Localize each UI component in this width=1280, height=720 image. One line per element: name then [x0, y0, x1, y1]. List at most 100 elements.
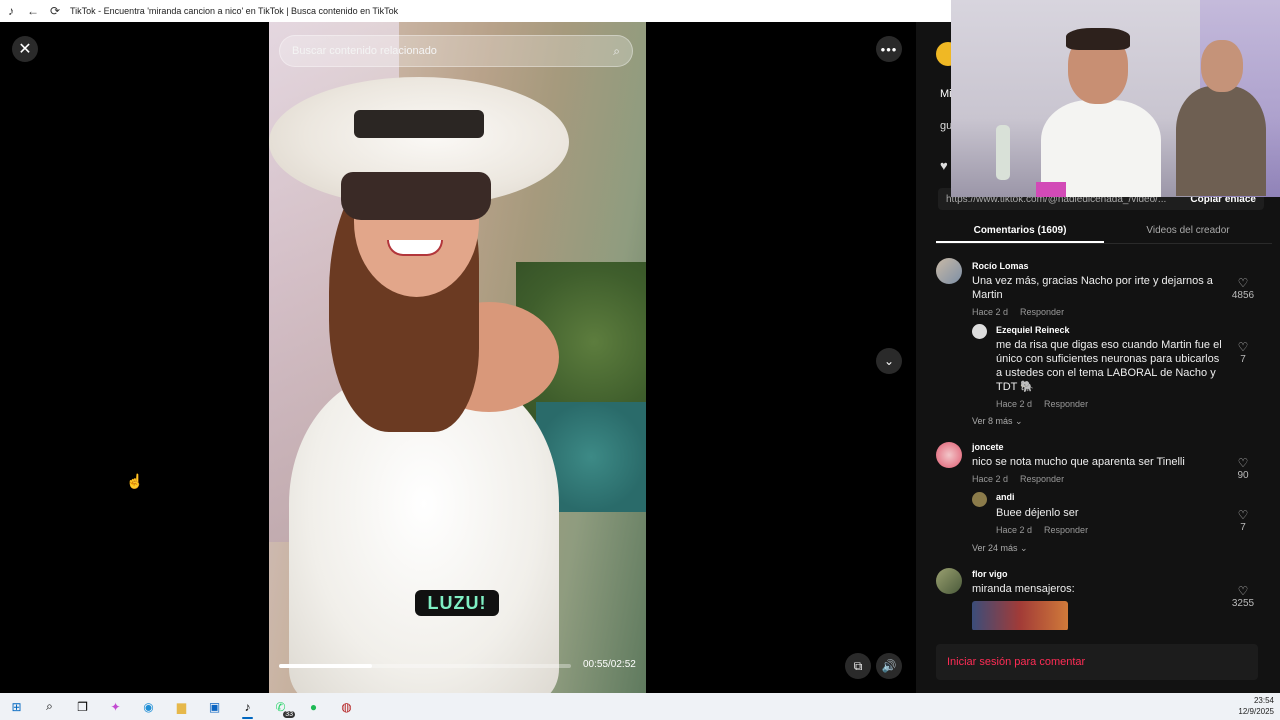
outlook-icon: ▣	[208, 699, 221, 714]
comment-meta: Hace 2 d Responder	[996, 525, 1088, 535]
related-search-input[interactable]	[292, 45, 614, 57]
heart-icon[interactable]: ♡	[1228, 584, 1258, 598]
system-clock[interactable]: 23:54 12/9/2025	[1238, 695, 1274, 717]
like-count: 7	[1240, 522, 1246, 533]
video-description-line1: Mi	[940, 88, 952, 100]
chevron-down-icon: ⌄	[1020, 543, 1028, 553]
reply-button[interactable]: Responder	[1020, 307, 1064, 317]
edge-icon: ◉	[143, 699, 154, 714]
edge-button[interactable]: ◉	[132, 693, 165, 720]
avatar[interactable]	[936, 568, 962, 594]
comment-meta: Hace 2 d Responder	[996, 399, 1088, 409]
comment-text: me da risa que digas eso cuando Martin f…	[996, 339, 1222, 393]
taskbar: ⊞ ⌕ ❐ ✦ ◉ ▆ ▣ ♪ ✆ 33 ● ◍ 23:54 12/9/2025	[0, 693, 1280, 720]
playback-time: 00:55/02:52	[583, 659, 636, 670]
floating-player-button[interactable]: ⧉	[845, 653, 871, 679]
view-more-replies[interactable]: Ver 8 más ⌄	[972, 416, 1023, 427]
comment-username[interactable]: Rocío Lomas	[972, 261, 1029, 271]
comment-username[interactable]: andi	[996, 492, 1015, 502]
more-options-button[interactable]: •••	[876, 36, 902, 62]
clock-time: 23:54	[1253, 696, 1274, 705]
reply-button[interactable]: Responder	[1020, 474, 1064, 484]
reply-button[interactable]: Responder	[1044, 525, 1088, 535]
heart-icon[interactable]: ♡	[1228, 508, 1258, 522]
panel-tabs: Comentarios (1609) Videos del creador	[936, 218, 1272, 244]
login-to-comment-button[interactable]: Iniciar sesión para comentar	[936, 644, 1258, 680]
search-icon[interactable]: ⌕	[613, 44, 620, 59]
tab-creator-videos[interactable]: Videos del creador	[1104, 218, 1272, 243]
video-player[interactable]: ⌕ LUZU! 00:55/02:52	[269, 22, 646, 693]
avatar[interactable]	[936, 442, 962, 468]
tab-comments[interactable]: Comentarios (1609)	[936, 218, 1104, 243]
like-video-icon[interactable]: ♥	[940, 158, 948, 173]
comment-meta: Hace 2 d Responder	[972, 307, 1064, 317]
webcam-overlay	[951, 0, 1280, 197]
start-button[interactable]: ⊞	[0, 693, 33, 720]
whatsapp-badge: 33	[283, 711, 295, 718]
comment-like[interactable]: ♡ 7	[1228, 340, 1258, 365]
copilot-icon: ✦	[110, 699, 121, 714]
comment-like[interactable]: ♡ 7	[1228, 508, 1258, 533]
reload-icon[interactable]: ⟳	[44, 0, 66, 22]
file-explorer-button[interactable]: ▆	[165, 693, 198, 720]
search-button[interactable]: ⌕	[33, 693, 66, 720]
video-subject-sunglasses	[341, 172, 491, 220]
webcam-person-right-head	[1201, 40, 1243, 92]
video-stage: ✕ ⌕ LUZU! 00:55/02:52 ••• ⌄ ⧉	[0, 22, 916, 693]
heart-icon[interactable]: ♡	[1228, 276, 1258, 290]
folder-icon: ▆	[176, 699, 187, 714]
related-search-box[interactable]: ⌕	[279, 35, 633, 67]
avatar[interactable]	[936, 258, 962, 284]
avatar[interactable]	[972, 324, 987, 339]
comment-text: miranda mensajeros:	[972, 583, 1075, 595]
webcam-person-left-hair	[1066, 28, 1130, 50]
comment-time: Hace 2 d	[996, 525, 1033, 535]
comment-username[interactable]: flor vigo	[972, 569, 1008, 579]
task-view-icon: ❐	[77, 699, 88, 714]
view-more-label[interactable]: Ver 8 más	[972, 416, 1013, 426]
avatar[interactable]	[972, 492, 987, 507]
close-button[interactable]: ✕	[12, 36, 38, 62]
chevron-down-icon: ⌄	[1015, 416, 1023, 426]
page-title: TikTok - Encuentra 'miranda cancion a ni…	[70, 6, 399, 16]
obs-icon: ◍	[341, 699, 352, 714]
comment-username[interactable]: Ezequiel Reineck	[996, 325, 1070, 335]
whatsapp-button[interactable]: ✆ 33	[264, 693, 297, 720]
clock-date: 12/9/2025	[1238, 707, 1274, 716]
reply-button[interactable]: Responder	[1044, 399, 1088, 409]
spotify-button[interactable]: ●	[297, 693, 330, 720]
outlook-button[interactable]: ▣	[198, 693, 231, 720]
view-more-label[interactable]: Ver 24 más	[972, 543, 1018, 553]
view-more-replies[interactable]: Ver 24 más ⌄	[972, 543, 1028, 554]
mouse-cursor-icon: ☝	[126, 473, 144, 489]
like-count: 7	[1240, 354, 1246, 365]
tiktok-button[interactable]: ♪	[231, 693, 264, 720]
back-arrow-icon[interactable]: ←	[22, 0, 44, 22]
comment-text: Una vez más, gracias Nacho por irte y de…	[972, 275, 1213, 301]
tiktok-icon: ♪	[244, 699, 251, 714]
close-icon: ✕	[18, 41, 32, 58]
next-video-button[interactable]: ⌄	[876, 348, 902, 374]
progress-bar[interactable]	[279, 664, 571, 668]
comment-image[interactable]	[972, 601, 1068, 630]
volume-button[interactable]: 🔊	[876, 653, 902, 679]
comment-time: Hace 2 d	[972, 307, 1009, 317]
comments-list: Rocío Lomas Una vez más, gracias Nacho p…	[936, 258, 1272, 630]
heart-icon[interactable]: ♡	[1228, 340, 1258, 354]
speaker-icon: 🔊	[881, 659, 897, 673]
comment-username[interactable]: joncete	[972, 442, 1004, 452]
like-count: 3255	[1231, 598, 1255, 609]
obs-button[interactable]: ◍	[330, 693, 363, 720]
heart-icon[interactable]: ♡	[1228, 456, 1258, 470]
webcam-bottle	[996, 125, 1010, 180]
comment-like[interactable]: ♡ 90	[1228, 456, 1258, 481]
comment-like[interactable]: ♡ 4856	[1228, 276, 1258, 301]
progress-fill	[279, 664, 373, 668]
comment-meta: Hace 2 d Responder	[972, 474, 1064, 484]
copilot-button[interactable]: ✦	[99, 693, 132, 720]
task-view-button[interactable]: ❐	[66, 693, 99, 720]
comment-text: Buee déjenlo ser	[996, 507, 1079, 519]
webcam-person-right-body	[1176, 86, 1266, 196]
comment-like[interactable]: ♡ 3255	[1228, 584, 1258, 609]
chevron-down-icon: ⌄	[883, 354, 895, 368]
